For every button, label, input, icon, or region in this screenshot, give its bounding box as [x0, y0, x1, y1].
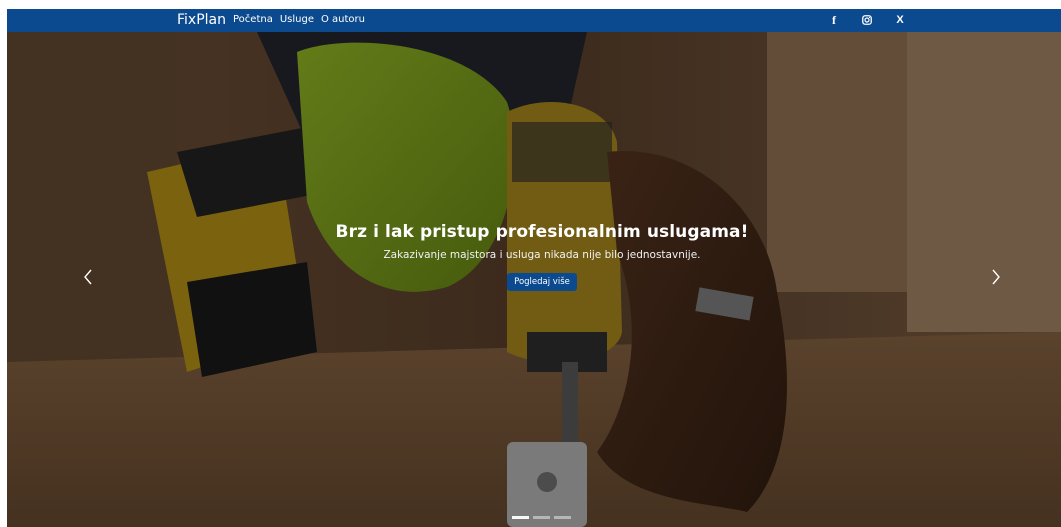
nav-link-pocetna[interactable]: Početna [233, 14, 273, 25]
page: FixPlan Početna Usluge O autoru f X Brz … [7, 9, 1061, 527]
nav-links: Početna Usluge O autoru [233, 14, 365, 25]
carousel-next-button[interactable] [981, 262, 1011, 292]
carousel-prev-button[interactable] [73, 262, 103, 292]
x-twitter-icon[interactable]: X [892, 11, 908, 29]
facebook-icon[interactable]: f [826, 11, 842, 29]
carousel-indicator-1[interactable] [512, 516, 529, 519]
hero-caption: Brz i lak pristup profesionalnim uslugam… [7, 222, 1061, 291]
navbar: FixPlan Početna Usluge O autoru f X [7, 9, 1061, 32]
carousel-indicators [512, 516, 571, 519]
hero-title: Brz i lak pristup profesionalnim uslugam… [335, 222, 749, 242]
brand-logo[interactable]: FixPlan [177, 12, 226, 28]
hero-subtitle: Zakazivanje majstora i usluga nikada nij… [383, 249, 701, 261]
chevron-left-icon [84, 269, 92, 285]
instagram-icon[interactable] [859, 11, 875, 29]
pogledaj-vise-button[interactable]: Pogledaj više [507, 273, 577, 291]
social-links: f X [826, 11, 908, 29]
chevron-right-icon [992, 269, 1000, 285]
carousel-indicator-2[interactable] [533, 516, 550, 519]
carousel-indicator-3[interactable] [554, 516, 571, 519]
hero-carousel: Brz i lak pristup profesionalnim uslugam… [7, 32, 1061, 527]
nav-link-o-autoru[interactable]: O autoru [321, 14, 365, 25]
nav-link-usluge[interactable]: Usluge [280, 14, 314, 25]
